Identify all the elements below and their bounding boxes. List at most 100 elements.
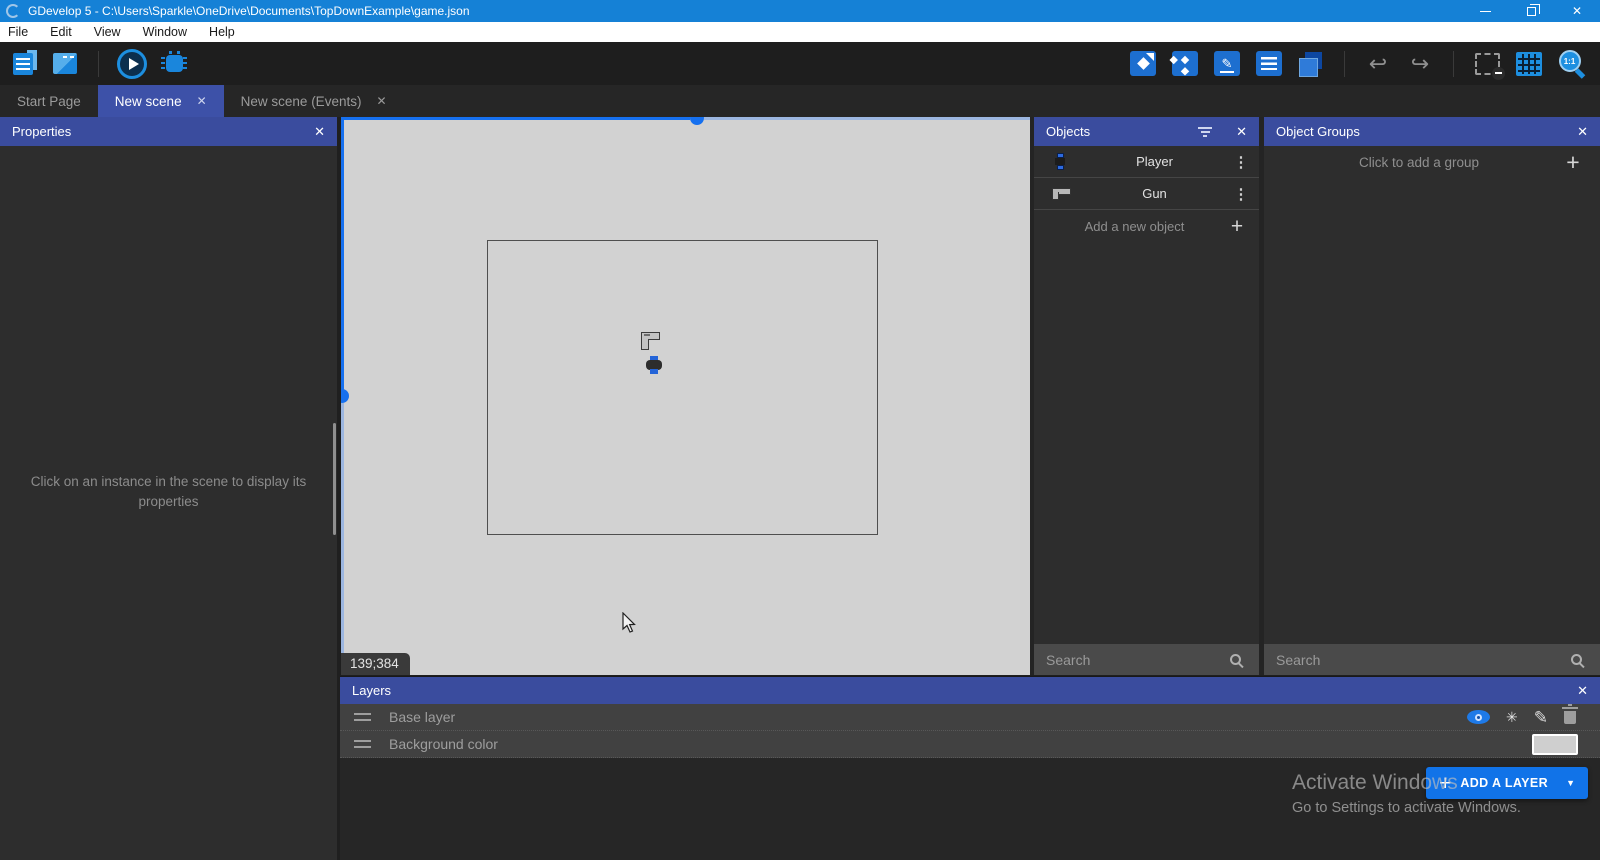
add-group-button[interactable]: Click to add a group + xyxy=(1264,146,1600,179)
toolbar-separator xyxy=(1344,51,1345,77)
properties-scrollbar[interactable] xyxy=(333,423,336,535)
player-sprite-icon xyxy=(1055,153,1065,170)
close-icon[interactable]: ✕ xyxy=(1577,683,1588,699)
gdevelop-window: GDevelop 5 - C:\Users\Sparkle\OneDrive\D… xyxy=(0,0,1600,860)
vertical-scrollbar-thumb[interactable] xyxy=(341,389,349,403)
tab-new-scene[interactable]: New scene ✕ xyxy=(98,85,224,117)
objects-panel: Objects ✕ Player ⋮ Gun ⋮ Add a new objec… xyxy=(1034,117,1259,675)
horizontal-scrollbar[interactable] xyxy=(704,117,1030,120)
window-title: GDevelop 5 - C:\Users\Sparkle\OneDrive\D… xyxy=(28,4,470,18)
groups-search-input[interactable] xyxy=(1276,652,1571,668)
player-instance[interactable] xyxy=(646,356,662,377)
tab-new-scene-events[interactable]: New scene (Events) ✕ xyxy=(224,85,404,117)
tab-label: New scene xyxy=(115,94,182,109)
chevron-down-icon[interactable]: ▼ xyxy=(1566,778,1575,788)
properties-pencil-icon[interactable]: ✎ xyxy=(1212,49,1242,79)
object-name: Player xyxy=(1080,154,1229,169)
main-area: Properties ✕ Click on an instance in the… xyxy=(0,117,1600,860)
events-sheet-icon[interactable] xyxy=(8,49,38,79)
object-groups-icon[interactable] xyxy=(1170,49,1200,79)
add-layer-button[interactable]: + ADD A LAYER ▼ xyxy=(1426,767,1588,799)
trash-icon[interactable] xyxy=(1564,711,1576,724)
panel-title: Objects xyxy=(1046,124,1090,139)
minimize-button[interactable] xyxy=(1462,0,1508,22)
effects-flare-icon[interactable]: ✳ xyxy=(1506,710,1518,724)
toolbar-separator xyxy=(98,51,99,77)
object-name: Gun xyxy=(1080,186,1229,201)
panel-title: Layers xyxy=(352,683,391,698)
close-icon[interactable]: ✕ xyxy=(1236,124,1247,140)
add-object-button[interactable]: Add a new object + xyxy=(1034,210,1259,243)
debug-icon[interactable] xyxy=(159,49,189,79)
play-button[interactable] xyxy=(117,49,147,79)
layer-row-base[interactable]: Base layer ✳ ✎ xyxy=(340,704,1600,731)
redo-icon[interactable]: ↪ xyxy=(1405,49,1435,79)
layers-panel-header: Layers ✕ xyxy=(340,677,1600,704)
background-color-swatch[interactable] xyxy=(1532,734,1578,755)
objects-list-icon[interactable] xyxy=(1128,49,1158,79)
layers-panel: Layers ✕ Base layer ✳ ✎ Background color xyxy=(340,676,1600,860)
object-row-player[interactable]: Player ⋮ xyxy=(1034,146,1259,178)
tab-close-icon[interactable]: ✕ xyxy=(197,94,207,108)
properties-panel-header: Properties ✕ xyxy=(0,117,337,146)
eye-icon[interactable] xyxy=(1467,710,1490,724)
scene-canvas[interactable]: 139;384 xyxy=(341,117,1030,675)
vertical-scrollbar[interactable] xyxy=(341,403,344,675)
menu-window[interactable]: Window xyxy=(132,25,198,39)
vertical-scrollbar[interactable] xyxy=(341,117,344,390)
undo-icon[interactable]: ↩ xyxy=(1363,49,1393,79)
window-controls: ✕ xyxy=(1462,0,1600,22)
close-icon[interactable]: ✕ xyxy=(1577,124,1588,140)
deselect-area-icon[interactable] xyxy=(1472,49,1502,79)
drag-handle-icon[interactable] xyxy=(354,713,371,721)
toolbar-separator xyxy=(1453,51,1454,77)
minimize-icon xyxy=(1480,11,1491,12)
grid-icon[interactable] xyxy=(1514,49,1544,79)
gun-instance[interactable] xyxy=(641,332,660,350)
add-layer-label: ADD A LAYER xyxy=(1460,776,1548,790)
panel-title: Properties xyxy=(12,124,71,139)
tab-label: New scene (Events) xyxy=(241,94,362,109)
close-icon[interactable]: ✕ xyxy=(314,124,325,140)
close-button[interactable]: ✕ xyxy=(1554,0,1600,22)
zoom-1-1-icon[interactable]: 1:1 xyxy=(1556,49,1586,79)
kebab-menu-icon[interactable]: ⋮ xyxy=(1229,153,1253,171)
tab-bar: Start Page New scene ✕ New scene (Events… xyxy=(0,85,1600,117)
mouse-cursor-icon xyxy=(622,612,638,634)
object-row-gun[interactable]: Gun ⋮ xyxy=(1034,178,1259,210)
tab-start-page[interactable]: Start Page xyxy=(0,85,98,117)
kebab-menu-icon[interactable]: ⋮ xyxy=(1229,185,1253,203)
toolbar: ✎ ↩ ↪ 1:1 xyxy=(0,42,1600,85)
groups-search-bar xyxy=(1264,644,1600,675)
objects-search-input[interactable] xyxy=(1046,652,1230,668)
menu-view[interactable]: View xyxy=(83,25,132,39)
layers-toolbar-icon[interactable] xyxy=(1296,49,1326,79)
filter-icon[interactable] xyxy=(1198,127,1212,137)
gun-sprite-icon xyxy=(1052,188,1069,199)
title-bar: GDevelop 5 - C:\Users\Sparkle\OneDrive\D… xyxy=(0,0,1600,22)
restore-button[interactable] xyxy=(1508,0,1554,22)
objects-search-bar xyxy=(1034,644,1259,675)
scene-editor-icon[interactable] xyxy=(50,49,80,79)
menu-help[interactable]: Help xyxy=(198,25,246,39)
restore-icon xyxy=(1527,7,1536,16)
menu-bar: File Edit View Window Help xyxy=(0,22,1600,42)
pencil-icon[interactable]: ✎ xyxy=(1534,709,1548,726)
scene-window-bounds xyxy=(487,240,878,535)
tab-close-icon[interactable]: ✕ xyxy=(376,94,386,108)
search-icon xyxy=(1230,654,1241,665)
add-object-label: Add a new object xyxy=(1044,219,1225,234)
horizontal-scrollbar[interactable] xyxy=(341,117,690,120)
menu-file[interactable]: File xyxy=(8,25,39,39)
layer-row-background-color[interactable]: Background color xyxy=(340,731,1600,758)
drag-handle-icon[interactable] xyxy=(354,740,371,748)
cursor-coordinates-badge: 139;384 xyxy=(341,653,410,675)
layer-name: Background color xyxy=(389,736,498,752)
menu-edit[interactable]: Edit xyxy=(39,25,83,39)
instances-list-icon[interactable] xyxy=(1254,49,1284,79)
properties-empty-message: Click on an instance in the scene to dis… xyxy=(18,472,319,513)
search-icon xyxy=(1571,654,1582,665)
horizontal-scrollbar-thumb[interactable] xyxy=(690,117,704,125)
panel-title: Object Groups xyxy=(1276,124,1360,139)
close-icon: ✕ xyxy=(1572,4,1582,18)
